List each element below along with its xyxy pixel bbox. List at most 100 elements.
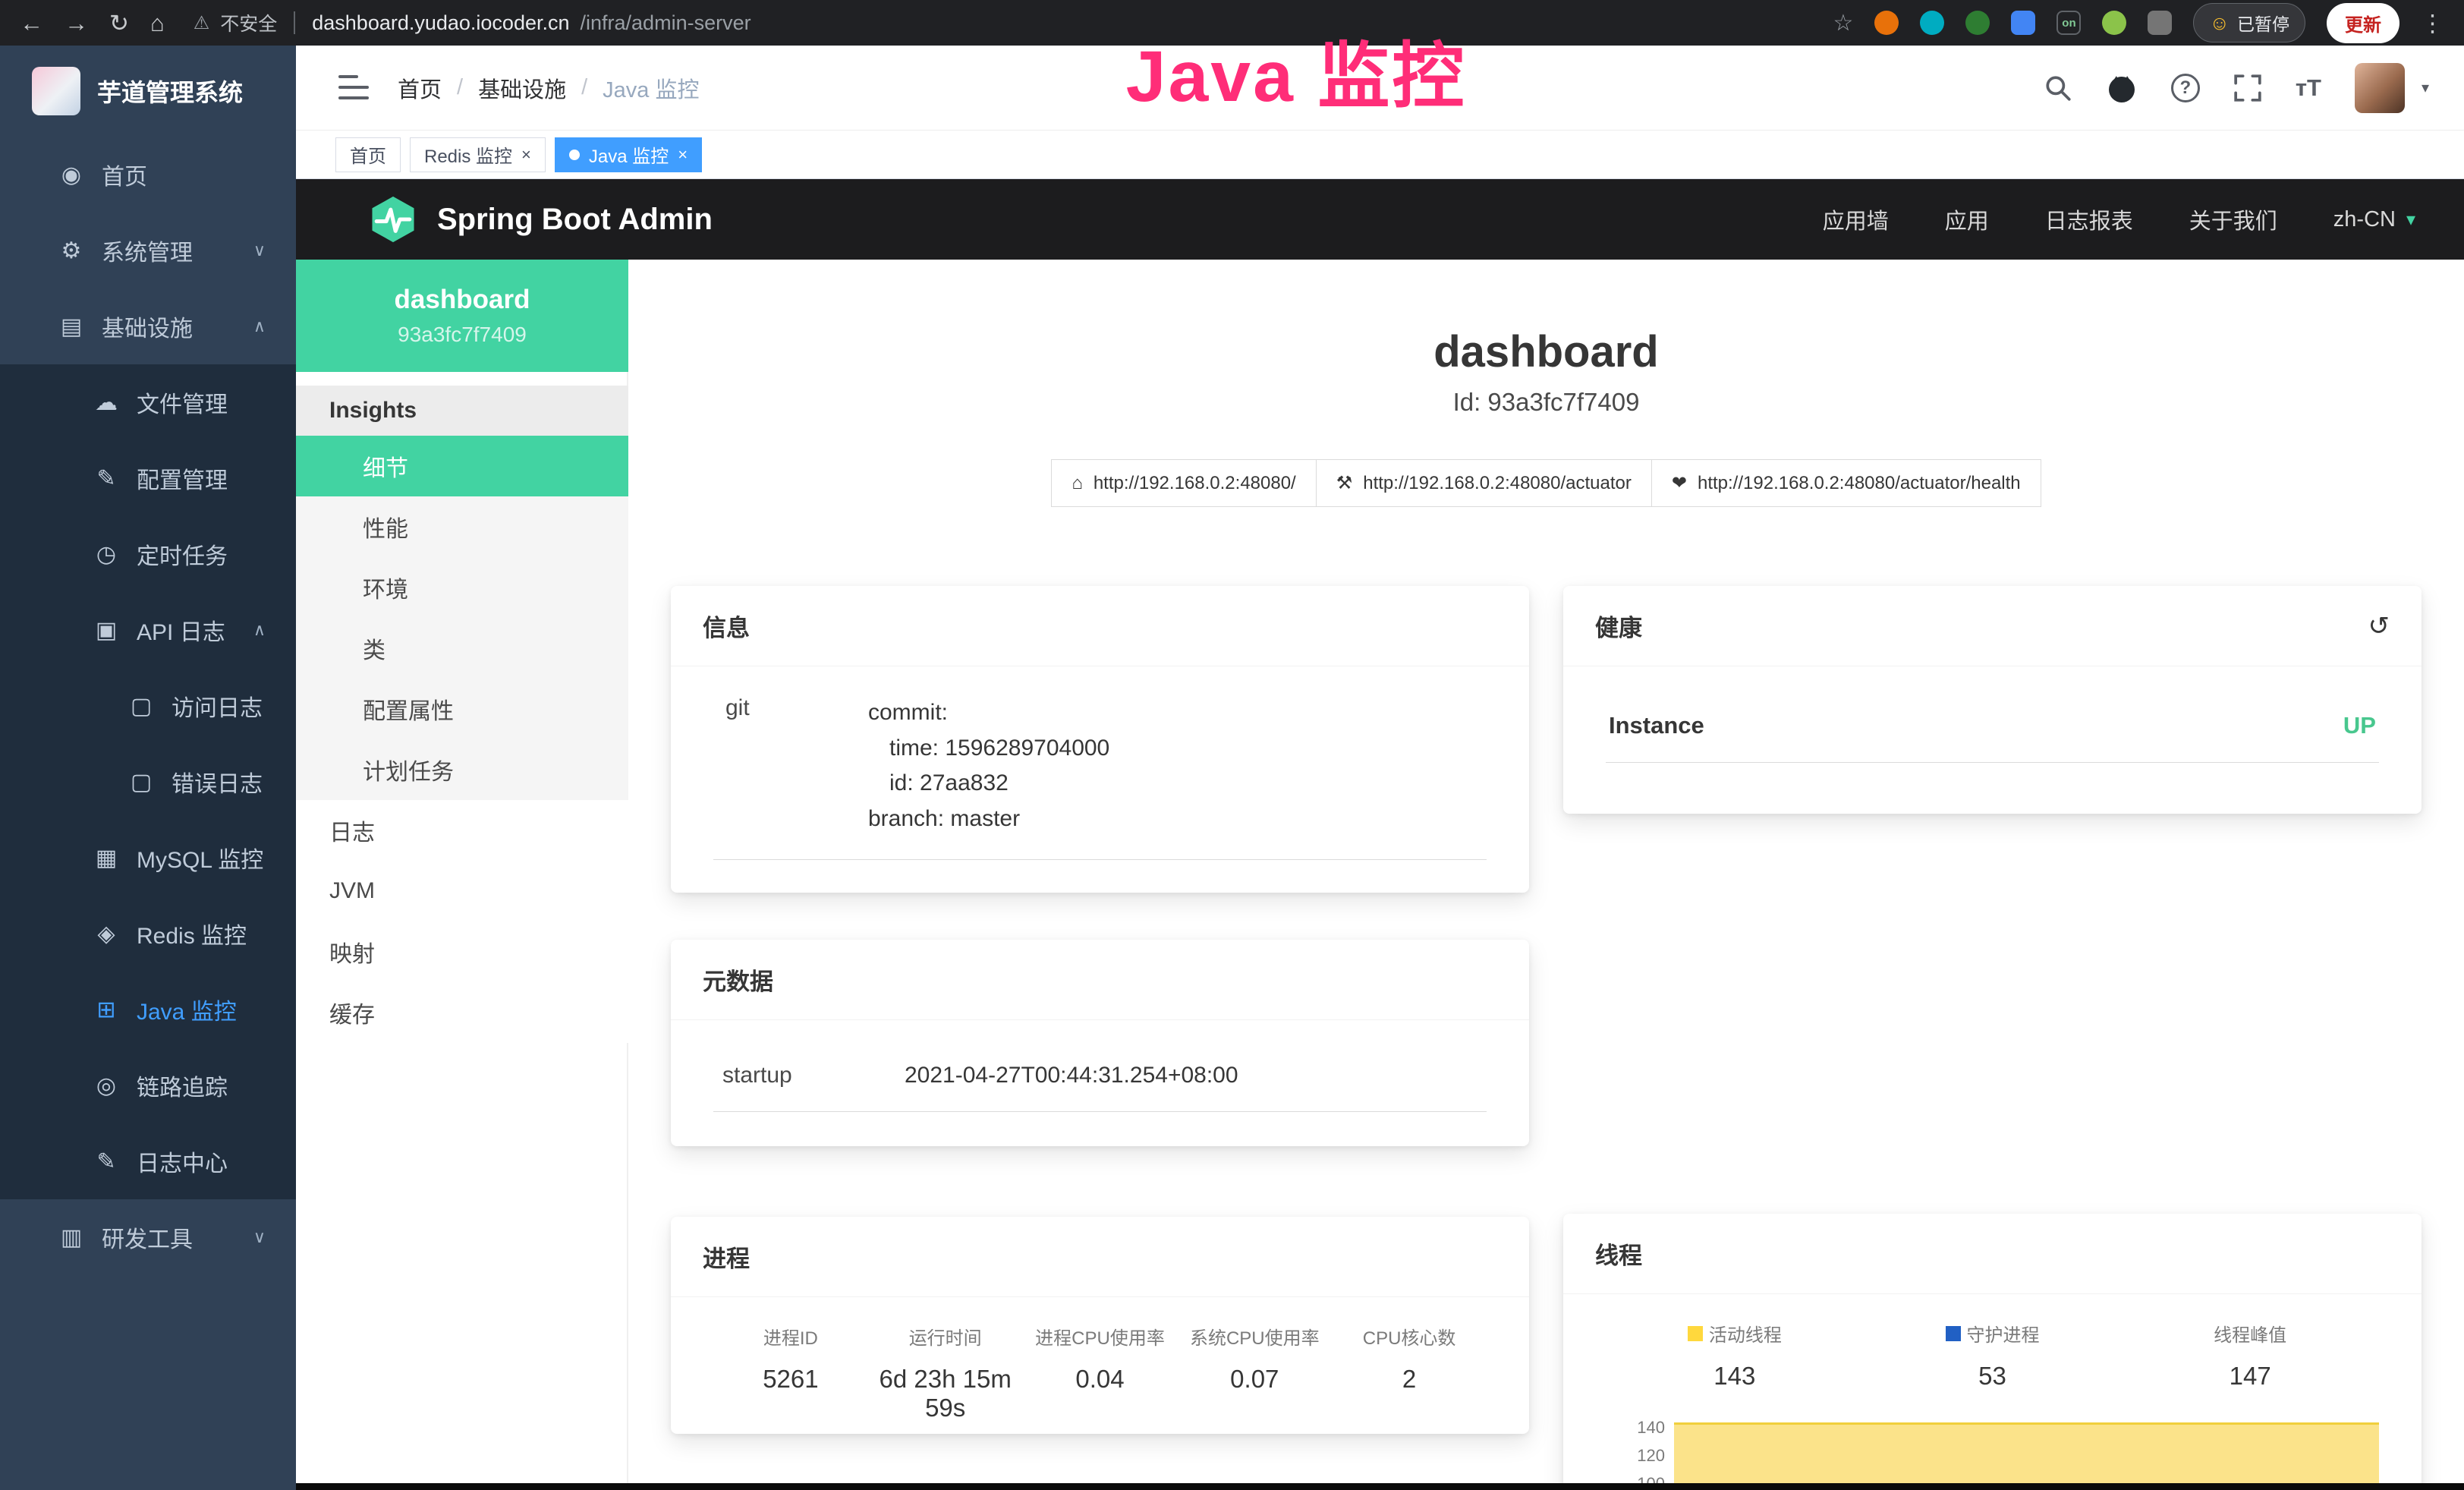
card-title: 健康 ↺: [1563, 586, 2422, 666]
tab-label: 首页: [350, 141, 386, 168]
instance-id: 93a3fc7f7409: [398, 323, 527, 347]
sba-item-logs[interactable]: 日志: [296, 800, 628, 861]
sidebar-item-access-logs[interactable]: ▢ 访问日志: [0, 668, 296, 744]
sba-item-performance[interactable]: 性能: [296, 496, 628, 557]
address-divider: [294, 11, 295, 34]
dashboard-icon: ◉: [58, 162, 85, 188]
sba-nav-about[interactable]: 关于我们: [2189, 203, 2277, 235]
sba-brand-title[interactable]: Spring Boot Admin: [437, 203, 713, 237]
close-icon[interactable]: ×: [678, 146, 688, 163]
sidebar-item-label: 文件管理: [137, 386, 228, 419]
sidebar-item-label: 基础设施: [102, 310, 193, 343]
stat-label: 活动线程: [1709, 1320, 1782, 1347]
sba-nav-journal[interactable]: 日志报表: [2045, 203, 2133, 235]
search-icon[interactable]: [2044, 74, 2072, 102]
forward-icon[interactable]: →: [65, 11, 88, 35]
extension-icon-green[interactable]: [1965, 11, 1990, 35]
extension-icon-leaf[interactable]: [2102, 11, 2126, 35]
health-instance-row: Instance UP: [1606, 692, 2379, 763]
chrome-update-button[interactable]: 更新: [2327, 3, 2399, 43]
card-title: 进程: [671, 1217, 1529, 1297]
sidebar-item-infrastructure[interactable]: ▤ 基础设施 ∧: [0, 288, 296, 364]
github-icon[interactable]: [2106, 72, 2138, 104]
cards-right-column: 健康 ↺ Instance UP: [1563, 586, 2422, 1490]
browser-chrome: ← → ↻ ⌂ ⚠ 不安全 dashboard.yudao.iocoder.cn…: [0, 0, 2464, 46]
sba-locale-select[interactable]: zh-CN ▾: [2333, 207, 2415, 232]
close-icon[interactable]: ×: [521, 146, 531, 163]
extension-icon-blue-grid[interactable]: [2011, 11, 2035, 35]
stat-daemon-threads: 守护进程 53: [1864, 1320, 2122, 1391]
link-label: http://192.168.0.2:48080/actuator/health: [1698, 473, 2021, 494]
sidebar-item-home[interactable]: ◉ 首页: [0, 137, 296, 213]
breadcrumb-infrastructure[interactable]: 基础设施: [478, 72, 566, 104]
sidebar-item-label: 研发工具: [102, 1221, 193, 1254]
sidebar-item-scheduled-tasks[interactable]: ◷ 定时任务: [0, 516, 296, 592]
y-tick: 140: [1637, 1419, 1665, 1436]
error-log-icon: ▢: [127, 769, 155, 795]
sba-nav-wall[interactable]: 应用墙: [1823, 203, 1889, 235]
help-icon[interactable]: ?: [2171, 74, 2200, 102]
sidebar-item-link-tracing[interactable]: ◎ 链路追踪: [0, 1047, 296, 1123]
breadcrumb-home[interactable]: 首页: [398, 72, 442, 104]
sba-item-details[interactable]: 细节: [296, 436, 628, 496]
instance-header[interactable]: dashboard 93a3fc7f7409: [296, 260, 628, 372]
app-content: 首页 / 基础设施 / Java 监控 ?: [296, 46, 2464, 1490]
sba-item-environment[interactable]: 环境: [296, 557, 628, 618]
sba-nav: 应用墙 应用 日志报表 关于我们 zh-CN ▾: [1823, 203, 2415, 235]
history-icon[interactable]: ↺: [2368, 611, 2390, 641]
service-url-button[interactable]: ⌂ http://192.168.0.2:48080/: [1051, 459, 1316, 507]
smiley-icon: ☺: [2209, 11, 2230, 35]
sba-nav-applications[interactable]: 应用: [1945, 203, 1989, 235]
active-tab-dot: [569, 150, 580, 160]
sba-item-mappings[interactable]: 映射: [296, 921, 628, 982]
address-bar[interactable]: ⚠ 不安全 dashboard.yudao.iocoder.cn/infra/a…: [194, 9, 751, 36]
sba-item-classes[interactable]: 类: [296, 618, 628, 679]
infrastructure-icon: ▤: [58, 313, 85, 340]
sidebar-item-mysql-monitor[interactable]: ▦ MySQL 监控: [0, 820, 296, 896]
sidebar-item-redis-monitor[interactable]: ◈ Redis 监控: [0, 896, 296, 972]
extension-icon-orange[interactable]: [1874, 11, 1899, 35]
sidebar-item-label: 首页: [102, 158, 147, 191]
avatar-caret-icon[interactable]: ▾: [2422, 78, 2429, 97]
sidebar-item-java-monitor[interactable]: ⊞ Java 监控: [0, 972, 296, 1047]
fullscreen-icon[interactable]: [2233, 74, 2262, 102]
sba-item-config-properties[interactable]: 配置属性: [296, 679, 628, 739]
logo-row[interactable]: 芋道管理系统: [0, 46, 296, 137]
health-url-button[interactable]: ❤ http://192.168.0.2:48080/actuator/heal…: [1651, 459, 2041, 507]
sba-item-caches[interactable]: 缓存: [296, 982, 628, 1043]
reload-icon[interactable]: ↻: [109, 11, 129, 35]
bookmark-star-icon[interactable]: ☆: [1833, 10, 1854, 36]
stat-value: 147: [2121, 1362, 2379, 1391]
sba-item-scheduled-tasks[interactable]: 计划任务: [296, 739, 628, 800]
sidebar-item-system-management[interactable]: ⚙ 系统管理 ∨: [0, 213, 296, 288]
sidebar-collapse-icon[interactable]: [338, 75, 369, 101]
stat-value: 5261: [713, 1365, 868, 1394]
chevron-up-icon: ∧: [253, 317, 266, 336]
sidebar-item-log-center[interactable]: ✎ 日志中心: [0, 1123, 296, 1199]
sba-item-jvm[interactable]: JVM: [296, 861, 628, 921]
browser-menu-icon[interactable]: ⋮: [2421, 11, 2444, 35]
sidebar-item-label: 访问日志: [172, 689, 263, 723]
paused-label: 已暂停: [2237, 10, 2289, 36]
sidebar-item-file-management[interactable]: ☁ 文件管理: [0, 364, 296, 440]
paused-extension-chip[interactable]: ☺ 已暂停: [2193, 3, 2305, 43]
stat-process-cpu: 进程CPU使用率 0.04: [1023, 1323, 1178, 1422]
sidebar-item-api-logs[interactable]: ▣ API 日志 ∧: [0, 592, 296, 668]
metadata-key: startup: [722, 1063, 905, 1088]
actuator-url-button[interactable]: ⚒ http://192.168.0.2:48080/actuator: [1316, 459, 1652, 507]
sidebar-item-dev-tools[interactable]: ▥ 研发工具 ∨: [0, 1199, 296, 1275]
sidebar-item-error-logs[interactable]: ▢ 错误日志: [0, 744, 296, 820]
tab-home[interactable]: 首页: [335, 137, 401, 172]
breadcrumb-separator: /: [581, 75, 587, 100]
browser-home-icon[interactable]: ⌂: [150, 11, 165, 35]
font-size-icon[interactable]: тT: [2296, 74, 2321, 102]
extension-icon-puzzle[interactable]: [2148, 11, 2172, 35]
user-avatar[interactable]: [2355, 63, 2405, 113]
extension-icon-teal[interactable]: [1920, 11, 1944, 35]
tab-redis-monitor[interactable]: Redis 监控 ×: [410, 137, 546, 172]
tab-java-monitor[interactable]: Java 监控 ×: [555, 137, 702, 172]
y-tick: 120: [1637, 1447, 1665, 1464]
back-icon[interactable]: ←: [20, 11, 43, 35]
extension-icon-on-badge[interactable]: on: [2056, 11, 2081, 35]
sidebar-item-config-management[interactable]: ✎ 配置管理: [0, 440, 296, 516]
